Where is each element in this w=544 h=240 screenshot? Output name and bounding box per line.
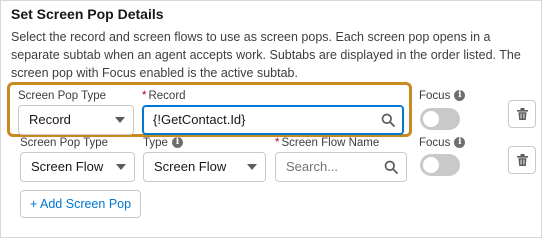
row2-flow-search-input[interactable]: Search... xyxy=(275,152,407,182)
row2-subtype-label: Type i xyxy=(143,137,183,149)
chevron-down-icon xyxy=(116,164,126,170)
row2-type-value: Screen Flow xyxy=(31,159,104,174)
search-icon xyxy=(381,113,395,127)
info-icon: i xyxy=(454,90,466,102)
row2-subtype-select[interactable]: Screen Flow xyxy=(143,152,266,182)
section-title: Set Screen Pop Details xyxy=(11,6,164,22)
row2-delete-button[interactable] xyxy=(508,146,536,174)
required-mark: * xyxy=(275,137,280,149)
row2-type-select[interactable]: Screen Flow xyxy=(20,152,135,182)
row1-type-label: Screen Pop Type xyxy=(18,90,107,102)
screen-pop-panel: Set Screen Pop Details Select the record… xyxy=(0,0,542,238)
row1-type-select[interactable]: Record xyxy=(18,105,134,135)
search-icon xyxy=(384,160,398,174)
row2-focus-label: Focus i xyxy=(419,137,466,149)
info-icon: i xyxy=(171,137,183,149)
row1-focus-toggle[interactable] xyxy=(420,108,460,130)
row1-delete-button[interactable] xyxy=(508,100,536,128)
chevron-down-icon xyxy=(247,164,257,170)
row1-record-label: * Record xyxy=(142,90,186,102)
row2-focus-toggle[interactable] xyxy=(420,154,460,176)
row2-type-label: Screen Pop Type xyxy=(20,137,109,149)
row1-type-value: Record xyxy=(29,112,71,127)
required-mark: * xyxy=(142,90,147,102)
row1-focus-label: Focus i xyxy=(419,90,466,102)
row2-flow-placeholder: Search... xyxy=(286,159,339,174)
toggle-knob xyxy=(423,111,439,127)
row2-flow-label: * Screen Flow Name xyxy=(275,137,380,149)
add-screen-pop-button[interactable]: + Add Screen Pop xyxy=(20,190,141,218)
trash-icon xyxy=(517,108,528,120)
row1-record-input[interactable]: {!GetContact.Id} xyxy=(142,105,404,135)
row1-record-value: {!GetContact.Id} xyxy=(153,112,246,127)
row2-subtype-value: Screen Flow xyxy=(154,159,227,174)
trash-icon xyxy=(517,154,528,166)
info-icon: i xyxy=(454,137,466,149)
toggle-knob xyxy=(423,157,439,173)
chevron-down-icon xyxy=(115,117,125,123)
section-description: Select the record and screen flows to us… xyxy=(11,30,521,80)
